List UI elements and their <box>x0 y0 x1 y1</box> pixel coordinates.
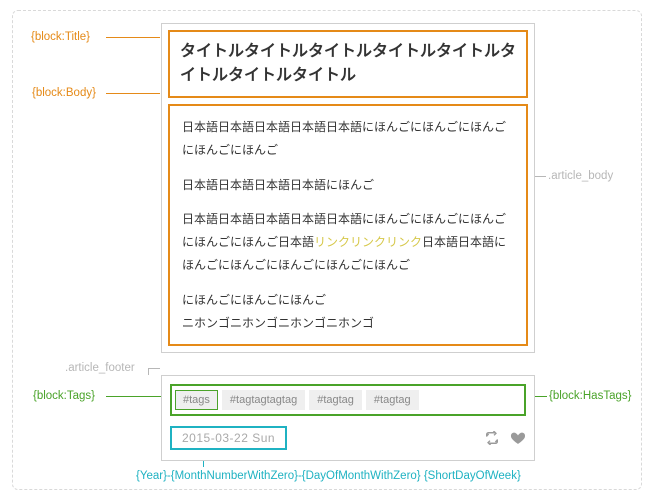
body-paragraph: 日本語日本語日本語日本語日本語にほんごにほんごにほんごにほんごにほんご日本語リン… <box>182 208 514 276</box>
connector <box>106 396 161 397</box>
connector <box>148 368 149 375</box>
diagram-frame: {block:Title} {Title} {block:Body} {Body… <box>12 10 642 490</box>
article-card: タイトルタイトルタイトルタイトルタイトルタイトルタイトルタイトル 日本語日本語日… <box>161 23 535 353</box>
connector <box>106 37 160 38</box>
article-footer: #tags #tagtagtagtag #tagtag #tagtag 2015… <box>161 375 535 461</box>
post-title: タイトルタイトルタイトルタイトルタイトルタイトルタイトルタイトル <box>168 30 528 98</box>
tag[interactable]: #tagtag <box>366 390 419 410</box>
heart-icon[interactable] <box>510 430 526 446</box>
body-paragraph: 日本語日本語日本語日本語にほんご <box>182 174 514 197</box>
body-text: ニホンゴニホンゴニホンゴニホンゴ <box>182 316 374 330</box>
tag[interactable]: #tagtag <box>309 390 362 410</box>
label-article-footer: .article_footer <box>65 363 135 375</box>
body-link[interactable]: リンクリンクリンク <box>314 235 422 249</box>
label-block-hastags: {block:HasTags} <box>549 391 631 403</box>
date-row: 2015-03-22 Sun <box>170 426 526 450</box>
tag[interactable]: #tagtagtagtag <box>222 390 305 410</box>
connector <box>106 93 160 94</box>
connector <box>148 368 160 369</box>
label-block-body: {block:Body} <box>32 88 96 100</box>
label-block-tags: {block:Tags} <box>33 391 95 403</box>
body-text: にほんごにほんごにほんご <box>182 293 326 307</box>
reblog-icon[interactable] <box>484 430 500 446</box>
post-body: 日本語日本語日本語日本語日本語にほんごにほんごにほんごにほんごにほんご 日本語日… <box>168 104 528 346</box>
label-article-body: .article_body <box>548 171 613 183</box>
label-block-title: {block:Title} <box>31 32 90 44</box>
body-paragraph: 日本語日本語日本語日本語日本語にほんごにほんごにほんごにほんごにほんご <box>182 116 514 162</box>
footer-icons <box>484 430 526 446</box>
label-date-format: {Year}-{MonthNumberWithZero}-{DayOfMonth… <box>136 471 521 483</box>
tags-row: #tags #tagtagtagtag #tagtag #tagtag <box>170 384 526 416</box>
tag[interactable]: #tags <box>175 390 218 410</box>
body-paragraph: にほんごにほんごにほんごニホンゴニホンゴニホンゴニホンゴ <box>182 289 514 335</box>
post-date[interactable]: 2015-03-22 Sun <box>170 426 287 450</box>
